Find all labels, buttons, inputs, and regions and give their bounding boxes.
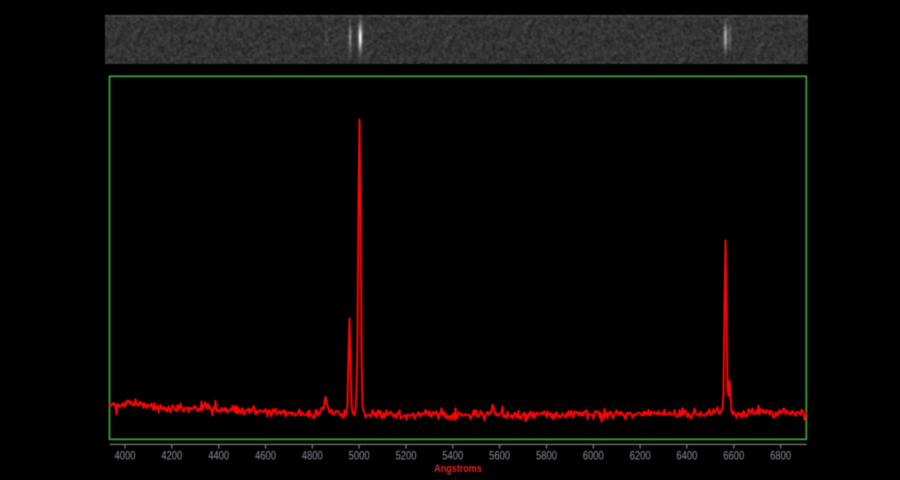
svg-text:4400: 4400 — [208, 451, 229, 463]
svg-text:6000: 6000 — [583, 451, 604, 463]
svg-text:5600: 5600 — [489, 451, 510, 463]
svg-text:4800: 4800 — [302, 451, 323, 463]
svg-text:6800: 6800 — [770, 451, 791, 463]
svg-text:4600: 4600 — [255, 451, 276, 463]
svg-text:4000: 4000 — [115, 451, 136, 463]
svg-text:5800: 5800 — [536, 451, 557, 463]
svg-text:Angstroms: Angstroms — [434, 463, 482, 475]
svg-text:5400: 5400 — [442, 451, 463, 463]
svg-text:6600: 6600 — [723, 451, 744, 463]
svg-text:6400: 6400 — [676, 451, 697, 463]
svg-text:5000: 5000 — [349, 451, 370, 463]
svg-text:4200: 4200 — [161, 451, 182, 463]
svg-text:6200: 6200 — [630, 451, 651, 463]
svg-text:5200: 5200 — [396, 451, 417, 463]
